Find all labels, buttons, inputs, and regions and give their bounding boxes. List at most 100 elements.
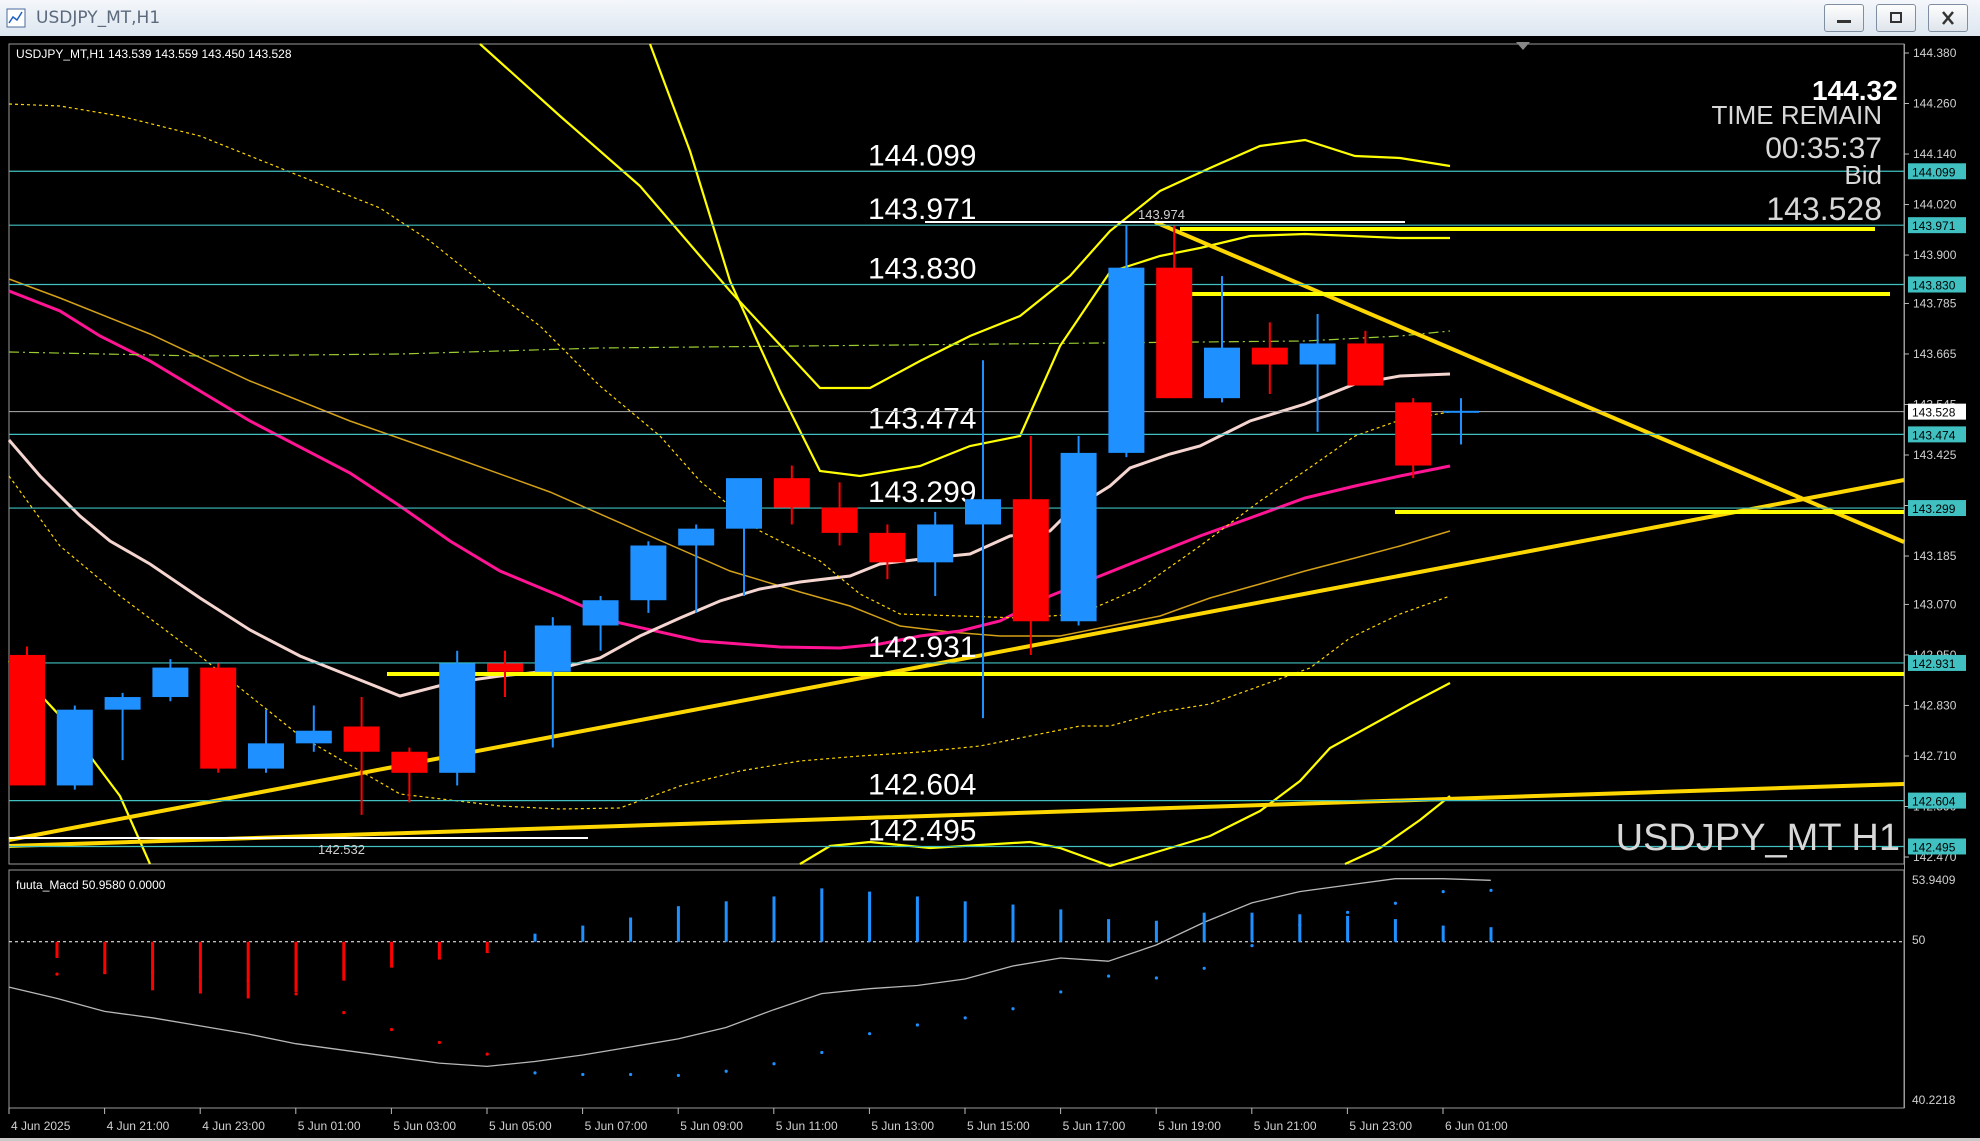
window-titlebar: USDJPY_MT,H1 <box>0 0 1980 37</box>
time-remain-label: TIME REMAIN <box>1712 100 1882 130</box>
candle-bull <box>1204 347 1240 399</box>
macd-dot <box>1059 990 1063 994</box>
time-tick-label: 5 Jun 01:00 <box>298 1119 361 1133</box>
price-badge-label: 143.971 <box>1912 219 1956 233</box>
price-tick-label: 142.830 <box>1913 698 1957 712</box>
bid-label: Bid <box>1844 160 1882 190</box>
low-marker-label: 142.532 <box>318 842 365 857</box>
candle-bull <box>1299 343 1336 365</box>
candle-bear <box>1347 343 1384 386</box>
macd-dot <box>1154 976 1158 980</box>
candle-bull <box>726 478 762 529</box>
level-label: 143.474 <box>868 402 976 435</box>
time-tick-label: 5 Jun 23:00 <box>1349 1119 1412 1133</box>
candle-bear <box>343 726 380 752</box>
ma-white <box>7 372 1451 698</box>
macd-dot <box>1489 888 1493 892</box>
symbol-info-line: USDJPY_MT,H1 143.539 143.559 143.450 143… <box>16 47 292 61</box>
price-badge-label: 144.099 <box>1912 165 1956 179</box>
candle-bear <box>773 478 810 508</box>
candle-bear <box>821 507 858 533</box>
time-tick-label: 5 Jun 07:00 <box>585 1119 648 1133</box>
candle-bull <box>1443 410 1479 413</box>
macd-dot <box>1441 890 1445 894</box>
macd-info-line: fuuta_Macd 50.9580 0.0000 <box>16 878 166 892</box>
chart-shift-marker <box>1516 42 1530 50</box>
candle-bull <box>534 625 571 672</box>
time-axis: 4 Jun 2025 4 Jun 21:00 4 Jun 23:00 5 Jun 01… <box>8 1108 1508 1133</box>
bid-value: 143.528 <box>1766 191 1882 227</box>
trendline-falling <box>1154 220 1905 544</box>
macd-dot <box>1202 966 1206 970</box>
time-tick-label: 5 Jun 19:00 <box>1158 1119 1221 1133</box>
candle-bull <box>582 600 619 626</box>
macd-dot <box>103 970 107 975</box>
level-label: 142.604 <box>868 769 976 802</box>
candle-bull <box>1108 267 1145 453</box>
candle-bull <box>630 545 667 601</box>
candle-bull <box>439 663 476 773</box>
time-tick-label: 5 Jun 13:00 <box>871 1119 934 1133</box>
time-tick-label: 4 Jun 21:00 <box>107 1119 170 1133</box>
candle-bear <box>9 654 45 786</box>
macd-dot <box>55 972 59 976</box>
macd-dot <box>1011 1007 1015 1011</box>
price-badge-label: 143.528 <box>1912 406 1956 420</box>
candle-bear <box>487 663 523 672</box>
time-tick-label: 5 Jun 21:00 <box>1254 1119 1317 1133</box>
macd-dot <box>485 1052 489 1056</box>
macd-dot <box>1393 901 1397 905</box>
macd-axis-mid: 50 <box>1912 933 1926 947</box>
level-label: 143.830 <box>868 253 976 286</box>
macd-dot <box>915 1023 920 1027</box>
price-badge-label: 143.830 <box>1912 279 1956 293</box>
macd-dot <box>676 1073 681 1078</box>
maximize-button[interactable] <box>1876 4 1916 32</box>
macd-signal-line <box>8 878 1491 1068</box>
candle-bear <box>1251 347 1288 365</box>
candle-bear <box>1156 267 1193 399</box>
macd-dot <box>868 1032 872 1036</box>
minimize-icon <box>1837 20 1851 23</box>
close-icon <box>1942 11 1954 25</box>
price-tick-label: 143.425 <box>1913 448 1957 462</box>
chart-canvas[interactable]: 144.099 143.971 143.830 143.474 143.299 142.9… <box>0 36 1980 1138</box>
candle-bull <box>1060 452 1097 622</box>
macd-dot <box>772 1062 776 1066</box>
time-tick-label: 4 Jun 23:00 <box>202 1119 265 1133</box>
candle-bull <box>56 709 93 786</box>
price-tick-label: 143.185 <box>1913 549 1957 563</box>
macd-dot <box>1107 974 1111 978</box>
price-tick-label: 143.900 <box>1913 248 1957 262</box>
high-marker-label: 143.974 <box>1138 207 1185 222</box>
candle-bull <box>965 499 1001 525</box>
chart-app-icon <box>6 8 26 28</box>
price-badge-label: 142.604 <box>1912 795 1956 809</box>
macd-dot <box>342 1011 346 1015</box>
price-badge-label: 142.495 <box>1912 840 1956 854</box>
candle-bull <box>248 743 284 769</box>
macd-dot <box>198 974 202 979</box>
minimize-button[interactable] <box>1824 4 1864 32</box>
macd-axis-top: 53.9409 <box>1912 873 1956 887</box>
candle-bull <box>917 524 954 563</box>
close-button[interactable] <box>1928 4 1968 32</box>
level-label: 143.971 <box>868 193 976 226</box>
level-label: 143.299 <box>868 476 976 509</box>
time-tick-label: 6 Jun 01:00 <box>1445 1119 1508 1133</box>
price-badge-label: 142.931 <box>1912 657 1956 671</box>
candle-bull <box>104 697 141 710</box>
macd-dot <box>437 1040 441 1045</box>
candle-bear <box>1395 402 1432 466</box>
macd-dot <box>1250 944 1254 948</box>
time-tick-label: 5 Jun 03:00 <box>393 1119 456 1133</box>
macd-dot <box>390 1027 394 1032</box>
level-label: 142.495 <box>868 814 976 847</box>
macd-dot <box>724 1069 728 1073</box>
candle-bull <box>152 667 189 698</box>
price-badge-label: 143.299 <box>1912 502 1956 516</box>
ma-pink <box>8 289 1451 650</box>
chart-window: 144.099 143.971 143.830 143.474 143.299 142.9… <box>0 36 1980 1141</box>
macd-dot <box>1346 910 1350 914</box>
macd-indicator <box>8 878 1904 1078</box>
